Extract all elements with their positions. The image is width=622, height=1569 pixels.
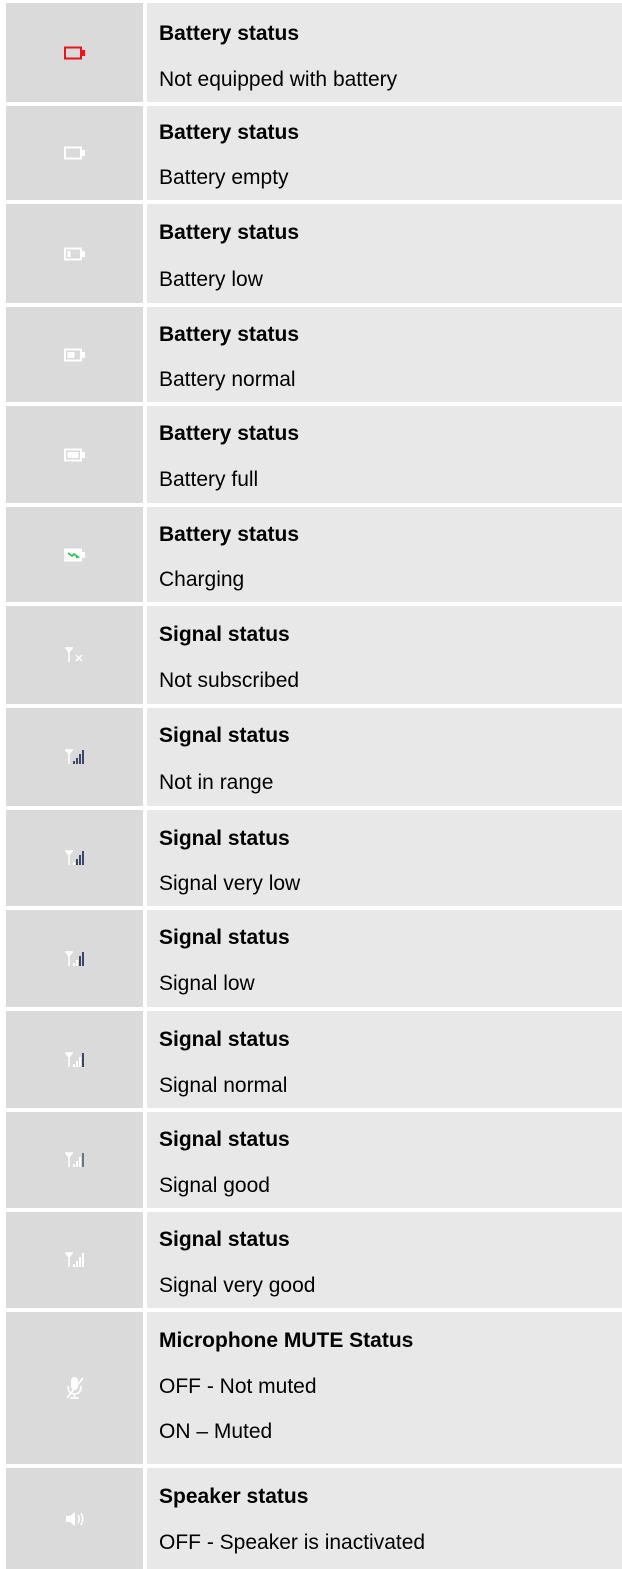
row-description: Charging xyxy=(159,568,245,591)
row-title: Battery status xyxy=(159,422,300,445)
icon-cell xyxy=(6,810,143,906)
signal-normal-icon xyxy=(64,1051,86,1069)
row-description: Signal low xyxy=(159,972,255,995)
row-title: Signal status xyxy=(159,926,290,949)
text-cell: Microphone MUTE Status OFF - Not muted O… xyxy=(147,1312,622,1464)
row-title: Signal status xyxy=(159,1228,290,1251)
table-row: Battery status Battery low xyxy=(6,204,622,303)
icon-cell xyxy=(6,204,143,303)
icon-cell xyxy=(6,1011,143,1108)
row-description: Signal very low xyxy=(159,872,301,895)
row-title: Battery status xyxy=(159,22,300,45)
row-description: Not equipped with battery xyxy=(159,68,398,91)
icon-cell xyxy=(6,910,143,1007)
signal-low-icon xyxy=(64,950,86,968)
table-row: Battery status Charging xyxy=(6,507,622,602)
row-description: Battery full xyxy=(159,468,259,491)
text-cell: Signal status Signal normal xyxy=(147,1011,622,1108)
text-cell: Battery status Battery low xyxy=(147,204,622,303)
text-cell: Signal status Signal very low xyxy=(147,810,622,906)
microphone-mute-icon xyxy=(64,1375,86,1401)
table-row: Signal status Not in range xyxy=(6,708,622,806)
table-row: Signal status Signal good xyxy=(6,1112,622,1208)
row-description: Battery empty xyxy=(159,166,289,189)
text-cell: Signal status Not subscribed xyxy=(147,606,622,704)
table-row: Signal status Not subscribed xyxy=(6,606,622,704)
text-cell: Speaker status OFF - Speaker is inactiva… xyxy=(147,1468,622,1569)
row-title: Battery status xyxy=(159,523,300,546)
icon-cell xyxy=(6,1212,143,1308)
row-title: Signal status xyxy=(159,827,290,850)
signal-very-good-icon xyxy=(64,1251,86,1269)
table-row: Signal status Signal very good xyxy=(6,1212,622,1308)
icon-cell xyxy=(6,106,143,200)
row-description: Battery normal xyxy=(159,368,296,391)
table-row: Battery status Not equipped with battery xyxy=(6,3,622,102)
row-title: Speaker status xyxy=(159,1485,309,1508)
table-row: Battery status Battery empty xyxy=(6,106,622,200)
text-cell: Signal status Signal low xyxy=(147,910,622,1007)
table-row: Battery status Battery full xyxy=(6,406,622,503)
battery-normal-icon xyxy=(63,348,86,362)
table-row: Signal status Signal normal xyxy=(6,1011,622,1108)
row-description: OFF - Speaker is inactivated xyxy=(159,1531,426,1554)
speaker-icon xyxy=(64,1510,86,1528)
row-description: Signal good xyxy=(159,1174,270,1197)
table-row: Signal status Signal low xyxy=(6,910,622,1007)
row-title: Microphone MUTE Status xyxy=(159,1329,414,1352)
icon-cell xyxy=(6,606,143,704)
battery-charging-icon xyxy=(63,548,86,562)
row-title: Signal status xyxy=(159,1028,290,1051)
icon-cell xyxy=(6,708,143,806)
text-cell: Signal status Signal good xyxy=(147,1112,622,1208)
icon-cell xyxy=(6,307,143,402)
battery-not-equipped-icon xyxy=(63,46,86,60)
text-cell: Signal status Not in range xyxy=(147,708,622,806)
row-title: Signal status xyxy=(159,724,290,747)
icon-cell xyxy=(6,1468,143,1569)
icon-cell xyxy=(6,3,143,102)
row-description: Not subscribed xyxy=(159,669,300,692)
row-title: Signal status xyxy=(159,623,290,646)
row-description: OFF - Not muted xyxy=(159,1375,317,1398)
icon-cell xyxy=(6,507,143,602)
row-title: Battery status xyxy=(159,221,300,244)
table-row: Signal status Signal very low xyxy=(6,810,622,906)
table-row: Battery status Battery normal xyxy=(6,307,622,402)
row-description: Signal normal xyxy=(159,1074,288,1097)
battery-full-icon xyxy=(63,448,86,462)
icon-cell xyxy=(6,406,143,503)
signal-good-icon xyxy=(64,1151,86,1169)
text-cell: Battery status Battery empty xyxy=(147,106,622,200)
row-title: Battery status xyxy=(159,121,300,144)
text-cell: Signal status Signal very good xyxy=(147,1212,622,1308)
row-description: Signal very good xyxy=(159,1274,316,1297)
icon-cell xyxy=(6,1112,143,1208)
battery-low-icon xyxy=(63,247,86,261)
row-title: Battery status xyxy=(159,323,300,346)
battery-empty-icon xyxy=(63,146,86,160)
signal-not-in-range-icon xyxy=(64,748,86,766)
signal-not-subscribed-icon xyxy=(64,646,86,664)
row-title: Signal status xyxy=(159,1128,290,1151)
row-description: ON – Muted xyxy=(159,1420,273,1443)
text-cell: Battery status Not equipped with battery xyxy=(147,3,622,102)
table-row: Microphone MUTE Status OFF - Not muted O… xyxy=(6,1312,622,1464)
table-row: Speaker status OFF - Speaker is inactiva… xyxy=(6,1468,622,1569)
text-cell: Battery status Battery normal xyxy=(147,307,622,402)
row-description: Not in range xyxy=(159,771,274,794)
text-cell: Battery status Charging xyxy=(147,507,622,602)
text-cell: Battery status Battery full xyxy=(147,406,622,503)
signal-very-low-icon xyxy=(64,849,86,867)
row-description: Battery low xyxy=(159,268,263,291)
icon-cell xyxy=(6,1312,143,1464)
